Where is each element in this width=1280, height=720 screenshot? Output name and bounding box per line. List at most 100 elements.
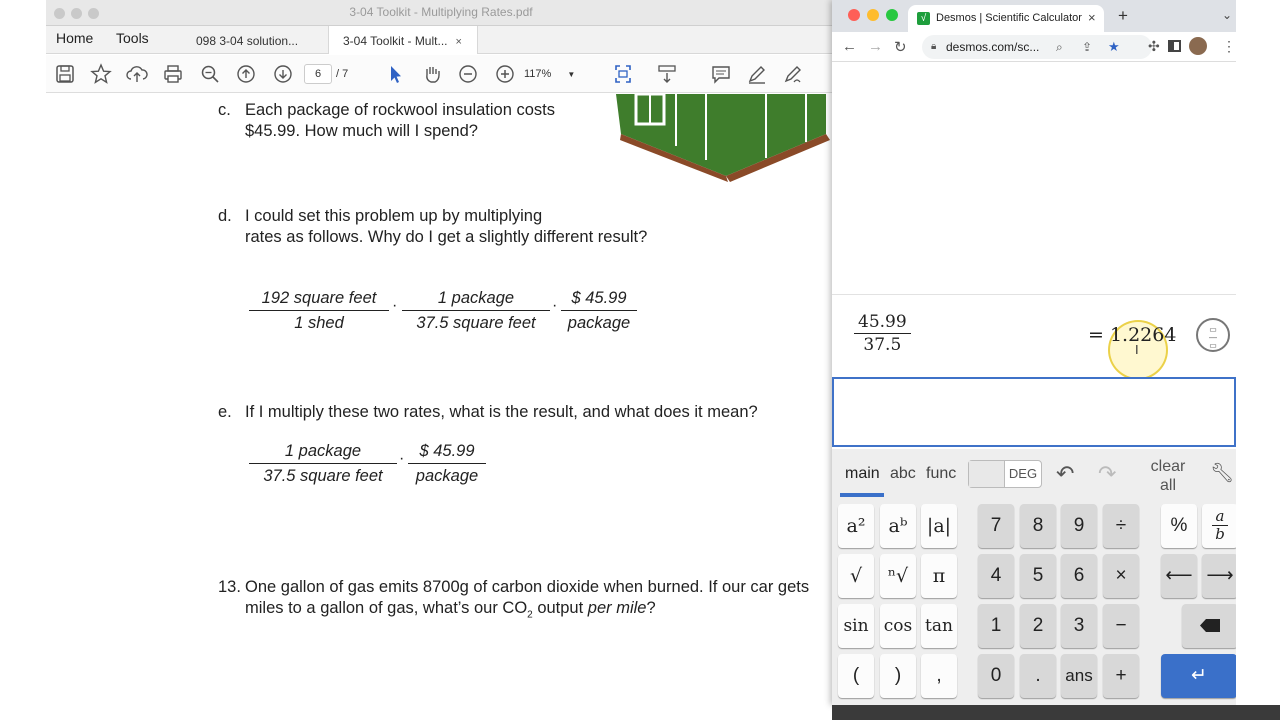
- zoom-out-icon[interactable]: [457, 63, 479, 85]
- key-3[interactable]: 3: [1061, 604, 1097, 648]
- key-9[interactable]: 9: [1061, 504, 1097, 548]
- browser-tab-desmos[interactable]: √ Desmos | Scientific Calculator ×: [908, 5, 1104, 32]
- reload-icon[interactable]: ↻: [894, 38, 907, 56]
- key-decimal[interactable]: .: [1020, 654, 1056, 698]
- fraction-toggle-button[interactable]: ▭ — ▭: [1196, 318, 1230, 352]
- expression-input[interactable]: [832, 377, 1236, 447]
- next-page-icon[interactable]: [272, 63, 294, 85]
- page-fit-icon[interactable]: [612, 63, 634, 85]
- expression-row[interactable]: 45.99 37.5 = 1.2264 I ▭ — ▭: [832, 296, 1236, 380]
- redo-icon[interactable]: ↷: [1098, 461, 1116, 487]
- back-arrow-icon[interactable]: ←: [842, 38, 857, 55]
- bookmark-star-icon[interactable]: [90, 63, 112, 85]
- document-tab-toolkit[interactable]: 3-04 Toolkit - Mult... ×: [328, 26, 478, 54]
- save-icon[interactable]: [54, 63, 76, 85]
- fraction-denominator: package: [415, 467, 479, 485]
- address-bar[interactable]: 🔒︎ desmos.com/sc... ⌕ ⇪ ★: [922, 35, 1152, 59]
- settings-wrench-icon[interactable]: 🔧︎: [1210, 461, 1234, 485]
- multiply-dot: ·: [392, 297, 398, 314]
- key-minus[interactable]: −: [1103, 604, 1139, 648]
- key-1[interactable]: 1: [978, 604, 1014, 648]
- key-7[interactable]: 7: [978, 504, 1014, 548]
- clear-all-button[interactable]: clear all: [1148, 457, 1188, 495]
- tab-search-chevron-icon[interactable]: ⌄: [1222, 8, 1232, 22]
- tools-nav-button[interactable]: Tools: [116, 30, 149, 46]
- undo-icon[interactable]: ↶: [1056, 461, 1074, 487]
- fraction-denominator: 37.5 square feet: [416, 314, 536, 332]
- zoom-value: 117%: [524, 68, 552, 80]
- share-icon[interactable]: ⇪: [1082, 35, 1092, 59]
- close-tab-icon[interactable]: ×: [455, 36, 461, 48]
- key-cursor-left[interactable]: ⟵: [1161, 554, 1197, 598]
- zoom-level-select[interactable]: 117% ▼: [524, 64, 590, 84]
- key-left-paren[interactable]: (: [838, 654, 874, 698]
- key-5[interactable]: 5: [1020, 554, 1056, 598]
- new-tab-button[interactable]: +: [1118, 6, 1128, 26]
- scroll-mode-icon[interactable]: [656, 63, 678, 85]
- zoom-window-dot[interactable]: [886, 9, 898, 21]
- key-sqrt[interactable]: √: [838, 554, 874, 598]
- bookmark-star-icon[interactable]: ★: [1108, 35, 1120, 59]
- minimize-window-dot[interactable]: [867, 9, 879, 21]
- select-cursor-icon[interactable]: [384, 63, 406, 85]
- page-number-input[interactable]: 6: [304, 64, 332, 84]
- key-pi[interactable]: π: [921, 554, 957, 598]
- key-multiply[interactable]: ×: [1103, 554, 1139, 598]
- close-tab-icon[interactable]: ×: [1088, 10, 1096, 25]
- comment-icon[interactable]: [710, 63, 732, 85]
- fraction-denominator: 37.5 square feet: [263, 467, 383, 485]
- zoom-lens-icon[interactable]: ⌕: [1056, 35, 1063, 59]
- key-fraction[interactable]: ab: [1202, 504, 1238, 548]
- key-cursor-right[interactable]: ⟶: [1202, 554, 1238, 598]
- key-tan[interactable]: tan: [921, 604, 957, 648]
- close-window-dot[interactable]: [848, 9, 860, 21]
- key-2[interactable]: 2: [1020, 604, 1056, 648]
- key-nth-root[interactable]: ⁿ√: [880, 554, 916, 598]
- forward-arrow-icon[interactable]: →: [868, 38, 883, 55]
- print-icon[interactable]: [162, 63, 184, 85]
- question-c-line1: Each package of rockwool insulation cost…: [245, 101, 556, 119]
- previous-page-icon[interactable]: [235, 63, 257, 85]
- key-cos[interactable]: cos: [880, 604, 916, 648]
- key-absolute[interactable]: |a|: [921, 504, 957, 548]
- side-panel-icon[interactable]: [1168, 40, 1181, 52]
- key-ans[interactable]: ans: [1061, 654, 1097, 698]
- key-power[interactable]: aᵇ: [880, 504, 916, 548]
- key-0[interactable]: 0: [978, 654, 1014, 698]
- key-8[interactable]: 8: [1020, 504, 1056, 548]
- key-right-paren[interactable]: ): [880, 654, 916, 698]
- document-tab-solutions[interactable]: 098 3-04 solution...: [182, 26, 322, 54]
- fraction-toggle-icon: ▭ — ▭: [1209, 325, 1217, 350]
- key-enter[interactable]: ↵: [1161, 654, 1237, 698]
- rate-fraction-coverage: 1 package 37.5 square feet: [402, 289, 550, 333]
- key-percent[interactable]: %: [1161, 504, 1197, 548]
- extensions-puzzle-icon[interactable]: ✣: [1148, 38, 1160, 55]
- highlight-pen-icon[interactable]: [746, 63, 768, 85]
- key-6[interactable]: 6: [1061, 554, 1097, 598]
- key-plus[interactable]: +: [1103, 654, 1139, 698]
- key-4[interactable]: 4: [978, 554, 1014, 598]
- angle-mode-toggle[interactable]: DEG: [968, 460, 1042, 488]
- zoom-search-icon[interactable]: [199, 63, 221, 85]
- upload-cloud-icon[interactable]: [126, 63, 148, 85]
- browser-menu-icon[interactable]: ⋮: [1222, 38, 1236, 55]
- expression-fraction: 45.99 37.5: [854, 312, 911, 355]
- keypad-tab-main[interactable]: main: [845, 465, 880, 483]
- key-backspace[interactable]: [1182, 604, 1238, 648]
- keypad-tab-func[interactable]: func: [926, 465, 956, 483]
- key-sin[interactable]: sin: [838, 604, 874, 648]
- text-segment: miles to a gallon of gas, what’s our CO: [245, 599, 528, 617]
- zoom-in-icon[interactable]: [494, 63, 516, 85]
- rad-option[interactable]: [969, 461, 1005, 487]
- key-divide[interactable]: ÷: [1103, 504, 1139, 548]
- keypad-tab-abc[interactable]: abc: [890, 465, 916, 483]
- home-nav-button[interactable]: Home: [56, 30, 93, 46]
- draw-sign-icon[interactable]: [782, 63, 804, 85]
- question-13-line1: One gallon of gas emits 8700g of carbon …: [245, 578, 810, 596]
- deg-option[interactable]: DEG: [1005, 466, 1041, 481]
- key-comma[interactable]: ,: [921, 654, 957, 698]
- key-square[interactable]: a²: [838, 504, 874, 548]
- hand-tool-icon[interactable]: [421, 63, 443, 85]
- profile-avatar[interactable]: [1189, 37, 1207, 55]
- pdf-window-title: 3-04 Toolkit - Multiplying Rates.pdf: [349, 5, 533, 19]
